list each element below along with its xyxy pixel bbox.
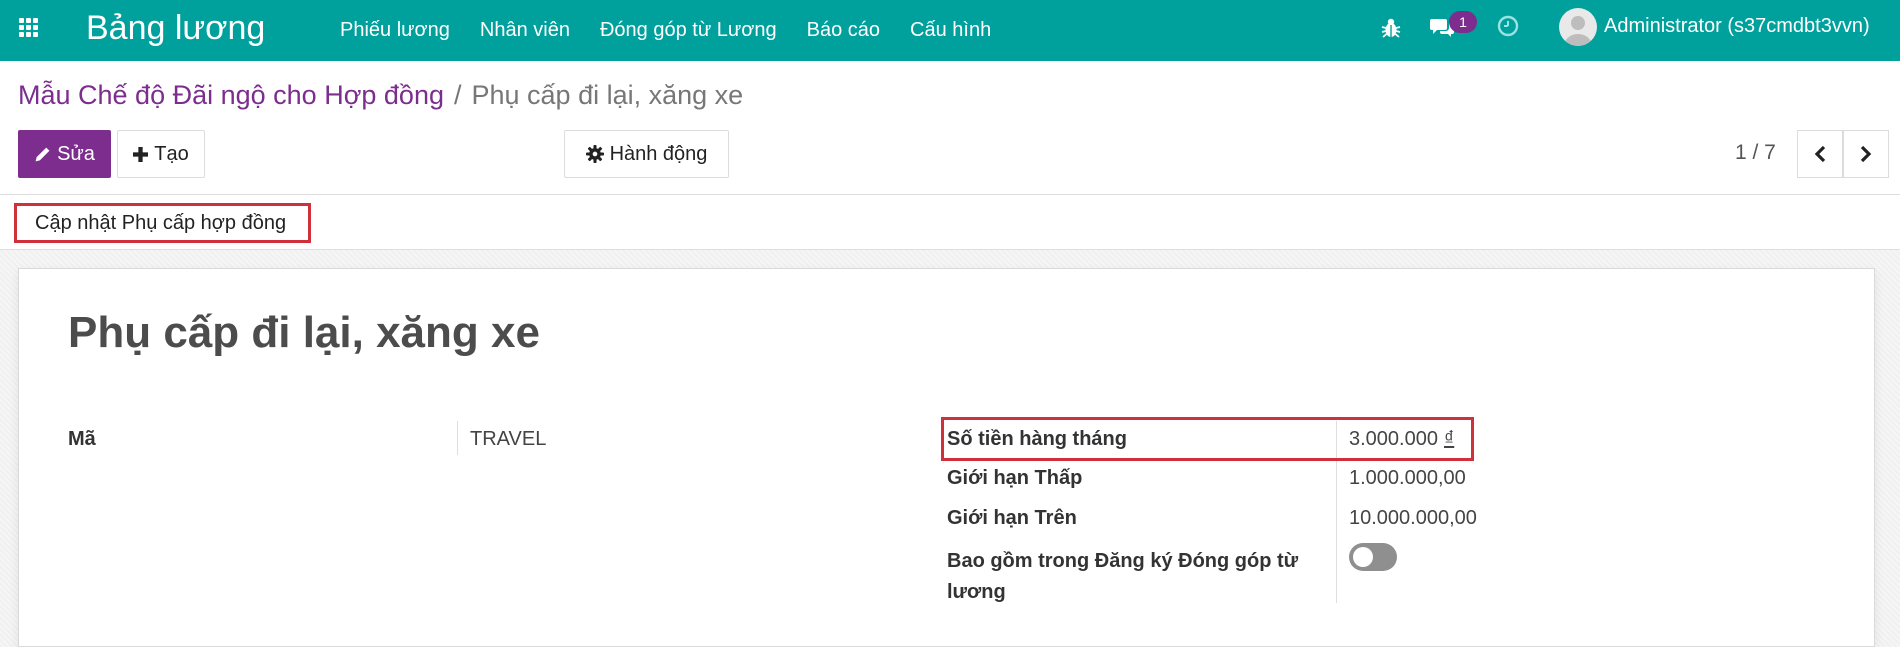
code-value: TRAVEL	[470, 428, 547, 450]
bug-icon[interactable]	[1381, 17, 1401, 39]
pencil-icon	[35, 147, 50, 161]
pager-value[interactable]: 1 / 7	[1735, 141, 1776, 165]
lower-limit-value: 1.000.000,00	[1349, 467, 1466, 489]
main-menu: Phiếu lương Nhân viên Đóng góp từ Lương …	[340, 0, 991, 61]
lower-limit-label: Giới hạn Thấp	[947, 467, 1083, 489]
breadcrumb: Mẫu Chế độ Đãi ngộ cho Hợp đồng / Phụ cấp …	[18, 80, 743, 111]
app-title[interactable]: Bảng lương	[86, 8, 265, 48]
form-statusbar: Cập nhật Phụ cấp hợp đồng	[0, 194, 1900, 250]
pager-previous-button[interactable]	[1797, 130, 1843, 178]
upper-limit-value: 10.000.000,00	[1349, 507, 1477, 529]
field-divider	[457, 421, 458, 455]
user-menu-name[interactable]: Administrator (s37cmdbt3vvn)	[1604, 15, 1870, 38]
top-navbar: Bảng lương Phiếu lương Nhân viên Đóng gó…	[0, 0, 1900, 61]
gear-icon	[585, 145, 604, 163]
toggle-knob	[1353, 547, 1373, 567]
create-button[interactable]: Tạo	[117, 130, 205, 178]
code-label: Mã	[68, 428, 96, 450]
update-contract-allowance-button[interactable]: Cập nhật Phụ cấp hợp đồng	[14, 203, 311, 243]
highlight-annotation-box	[941, 417, 1474, 461]
action-menu-button[interactable]: Hành động	[564, 130, 729, 178]
include-contribution-label: Bao gồm trong Đăng ký Đóng góp từ lương	[947, 550, 1299, 603]
avatar[interactable]	[1559, 8, 1597, 46]
clock-icon[interactable]	[1497, 15, 1519, 37]
menu-item-contributions[interactable]: Đóng góp từ Lương	[600, 19, 777, 42]
menu-item-reports[interactable]: Báo cáo	[807, 19, 880, 42]
plus-icon	[133, 146, 149, 162]
edit-button-label: Sửa	[57, 142, 95, 165]
chevron-left-icon	[1814, 145, 1826, 163]
record-title: Phụ cấp đi lại, xăng xe	[68, 308, 540, 357]
chat-count-badge: 1	[1449, 11, 1477, 33]
edit-button[interactable]: Sửa	[18, 130, 111, 178]
breadcrumb-separator: /	[453, 80, 462, 110]
menu-item-employees[interactable]: Nhân viên	[480, 19, 570, 42]
chevron-right-icon	[1860, 145, 1872, 163]
menu-item-payslips[interactable]: Phiếu lương	[340, 19, 450, 42]
breadcrumb-current: Phụ cấp đi lại, xăng xe	[471, 80, 744, 110]
include-contribution-toggle[interactable]	[1349, 543, 1397, 571]
menu-item-configuration[interactable]: Cấu hình	[910, 19, 991, 42]
apps-grid-icon[interactable]	[19, 18, 39, 38]
create-button-label: Tạo	[154, 142, 189, 165]
action-button-label: Hành động	[609, 142, 708, 165]
pager-next-button[interactable]	[1843, 130, 1889, 178]
breadcrumb-parent[interactable]: Mẫu Chế độ Đãi ngộ cho Hợp đồng	[18, 80, 444, 110]
upper-limit-label: Giới hạn Trên	[947, 507, 1077, 529]
